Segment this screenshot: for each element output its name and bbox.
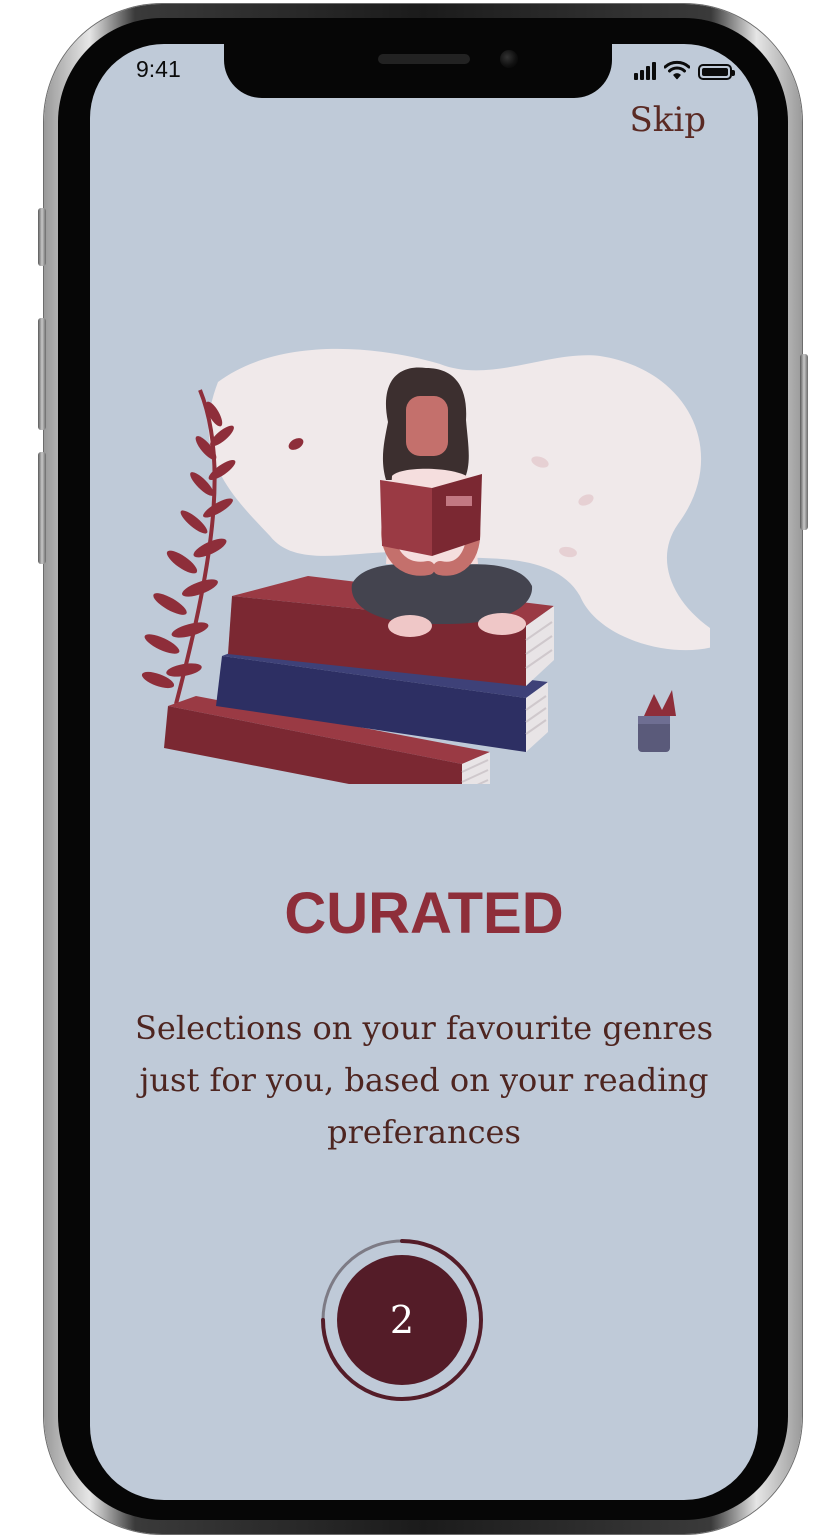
next-page-button[interactable]: 2 — [337, 1255, 467, 1385]
cellular-signal-icon — [634, 62, 656, 80]
notch — [224, 44, 612, 98]
wifi-icon — [664, 60, 690, 80]
battery-icon — [698, 64, 735, 80]
silent-switch — [38, 208, 46, 266]
potted-plant — [638, 690, 676, 752]
front-camera — [500, 50, 518, 68]
volume-down-button — [38, 452, 46, 564]
woman-reading-on-book-stack-illustration — [141, 348, 710, 784]
page-description: Selections on your favourite genres just… — [134, 1009, 714, 1151]
onboarding-screen: 9:41 Skip CURATED Selections on your fav… — [90, 44, 758, 1500]
onboarding-progress[interactable]: 2 — [316, 1234, 488, 1406]
skip-button[interactable]: Skip — [629, 100, 706, 140]
status-time: 9:41 — [136, 56, 181, 82]
volume-up-button — [38, 318, 46, 430]
speaker-grille — [378, 54, 470, 64]
status-icons — [634, 58, 735, 80]
device-mockup: 9:41 Skip CURATED Selections on your fav… — [0, 0, 840, 1540]
power-button — [800, 354, 808, 530]
page-title: CURATED — [284, 881, 564, 946]
